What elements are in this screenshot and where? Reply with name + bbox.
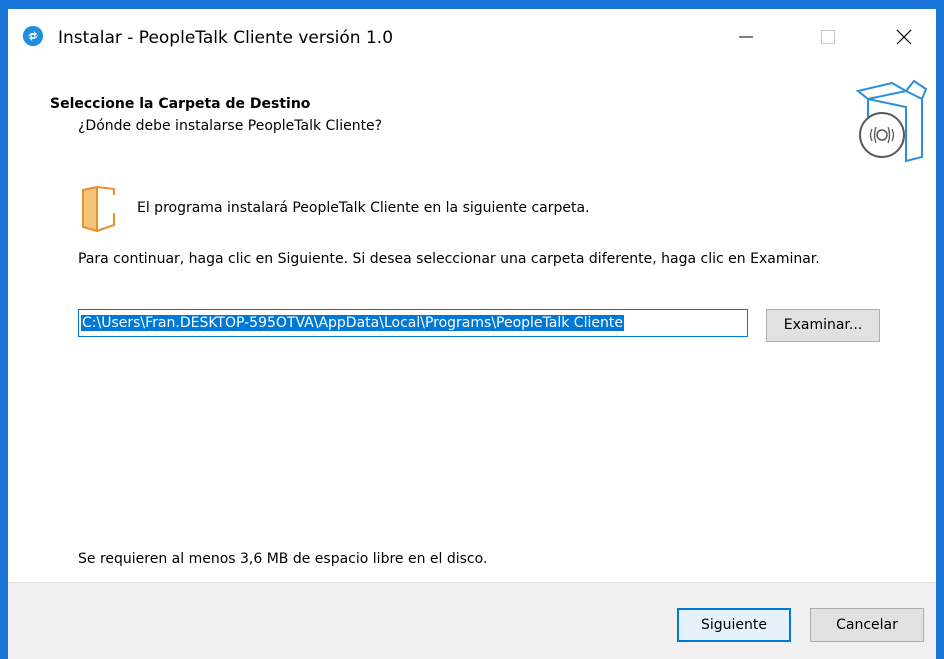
- install-box-icon: [855, 79, 928, 163]
- instructions-text: Para continuar, haga clic en Siguiente. …: [78, 251, 820, 267]
- destination-message: El programa instalará PeopleTalk Cliente…: [137, 200, 590, 216]
- close-icon: [896, 29, 912, 45]
- cancel-button[interactable]: Cancelar: [810, 608, 924, 642]
- minimize-button[interactable]: [726, 23, 766, 51]
- page-subtitle: ¿Dónde debe instalarse PeopleTalk Client…: [78, 118, 383, 134]
- page-title: Seleccione la Carpeta de Destino: [50, 96, 311, 112]
- folder-icon: [82, 185, 115, 233]
- window-title: Instalar - PeopleTalk Cliente versión 1.…: [58, 28, 394, 48]
- minimize-icon: [739, 36, 753, 38]
- installer-window: Instalar - PeopleTalk Cliente versión 1.…: [8, 9, 936, 659]
- window-border-top: [0, 0, 944, 9]
- footer-bar: Siguiente Cancelar: [8, 582, 936, 659]
- title-bar[interactable]: Instalar - PeopleTalk Cliente versión 1.…: [8, 9, 936, 65]
- maximize-button[interactable]: [808, 23, 848, 51]
- browse-button[interactable]: Examinar...: [766, 309, 880, 342]
- page-header: Seleccione la Carpeta de Destino ¿Dónde …: [8, 65, 936, 165]
- close-button[interactable]: [884, 23, 924, 51]
- maximize-icon: [821, 30, 835, 44]
- window-border-right: [936, 0, 944, 659]
- destination-path-input[interactable]: C:\Users\Fran.DESKTOP-595OTVA\AppData\Lo…: [78, 309, 748, 337]
- next-button[interactable]: Siguiente: [677, 608, 791, 642]
- window-border-left: [0, 0, 8, 659]
- app-logo-icon: [23, 26, 43, 46]
- disk-space-requirement: Se requieren al menos 3,6 MB de espacio …: [78, 551, 488, 567]
- destination-path-value: C:\Users\Fran.DESKTOP-595OTVA\AppData\Lo…: [81, 315, 624, 331]
